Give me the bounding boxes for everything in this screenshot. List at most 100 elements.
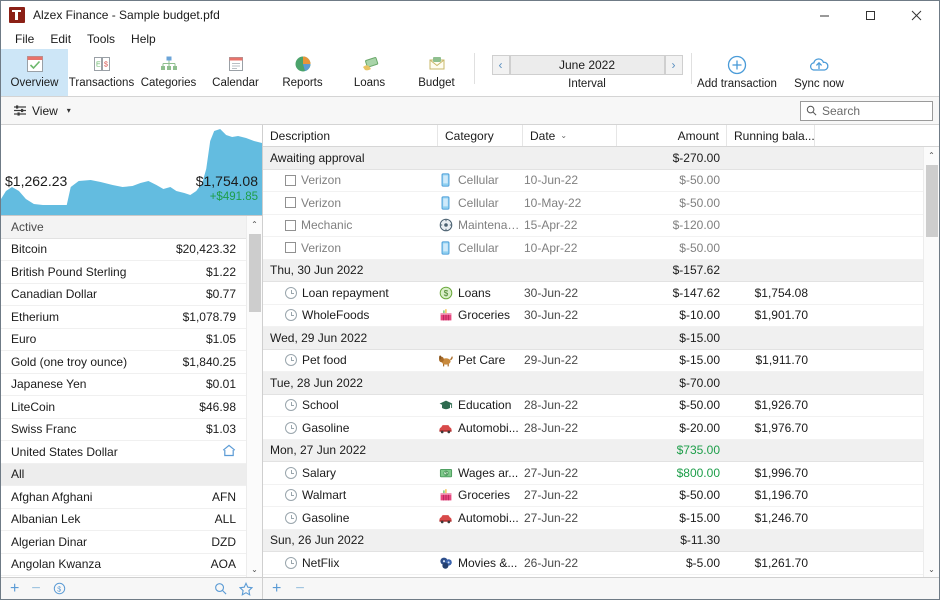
add-currency-button[interactable]: + — [10, 580, 19, 597]
currency-row[interactable]: Etherium $1,078.79 — [1, 306, 246, 329]
group-label: Thu, 30 Jun 2022 — [270, 263, 364, 278]
table-row[interactable]: School Education 28-Jun-22 $-50.00 $1,926.70 — [263, 394, 923, 417]
view-button[interactable]: View ▾ — [7, 102, 77, 120]
favorite-star-icon[interactable] — [239, 581, 253, 596]
maximize-button[interactable] — [847, 1, 893, 29]
currency-code: AFN — [212, 489, 236, 504]
table-row[interactable]: Gasoline Automobi... 28-Jun-22 $-20.00 $1,97… — [263, 417, 923, 440]
interval-next-button[interactable]: › — [664, 55, 683, 75]
currency-value: $1,840.25 — [182, 354, 236, 369]
add-transaction-button[interactable]: Add transaction — [696, 49, 778, 96]
cellular-phone-icon — [438, 195, 453, 210]
currency-scroll-thumb[interactable] — [248, 234, 261, 312]
scroll-down-icon[interactable]: ⌄ — [247, 561, 263, 577]
close-button[interactable] — [893, 1, 939, 29]
row-checkbox[interactable] — [285, 219, 296, 231]
table-row[interactable]: Pet food Pet Care 29-Jun-22 $-15.00 $1,911.7… — [263, 349, 923, 372]
table-scroll-down-icon[interactable]: ⌄ — [924, 561, 940, 577]
currency-search-icon[interactable] — [214, 582, 227, 595]
interval-value[interactable]: June 2022 — [509, 55, 665, 75]
cell-date: 27-Jun-22 — [524, 465, 579, 480]
currency-row[interactable]: United States Dollar — [1, 441, 246, 464]
sync-now-button[interactable]: Sync now — [778, 49, 860, 96]
row-checkbox[interactable] — [285, 174, 296, 186]
ribbon-tab-reports[interactable]: Reports — [269, 49, 336, 96]
table-row[interactable]: Salary $ Wages ar... 27-Jun-22 $800.00 $1,996… — [263, 462, 923, 485]
menu-file[interactable]: File — [7, 31, 42, 47]
currency-row[interactable]: Swiss Franc $1.03 — [1, 419, 246, 441]
table-row[interactable]: Verizon Cellular 10-Apr-22 $-50.00 — [263, 237, 923, 260]
ribbon-tab-budget[interactable]: Budget — [403, 49, 470, 96]
movies-film-icon — [438, 555, 453, 570]
ribbon-tab-loans[interactable]: Loans — [336, 49, 403, 96]
currency-value: $0.77 — [205, 287, 236, 302]
currency-row[interactable]: Gold (one troy ounce) $1,840.25 — [1, 351, 246, 374]
column-header-running-balance[interactable]: Running bala... — [727, 125, 815, 146]
table-row[interactable]: Mechanic Maintenau... 15-Apr-22 $-120.00 — [263, 214, 923, 237]
menu-edit[interactable]: Edit — [42, 31, 79, 47]
description-text: Verizon — [301, 173, 342, 188]
currency-name: LiteCoin — [11, 399, 56, 414]
category-text: Automobi... — [458, 510, 519, 525]
minimize-button[interactable] — [801, 1, 847, 29]
table-row[interactable]: NetFlix Movies &... 26-Jun-22 $-5.00 $1,261.… — [263, 552, 923, 575]
cell-description: School — [263, 398, 438, 412]
column-header-date[interactable]: Date ⌄ — [523, 125, 617, 146]
currency-row[interactable]: Afghan Afghani AFN — [1, 486, 246, 509]
add-transaction-small-button[interactable]: + — [272, 580, 281, 597]
ribbon-tab-calendar[interactable]: Calendar — [202, 49, 269, 96]
currency-row[interactable]: Bitcoin $20,423.32 — [1, 239, 246, 261]
column-header-description[interactable]: Description — [263, 125, 438, 146]
table-row[interactable]: Verizon Cellular 10-Jun-22 $-50.00 — [263, 169, 923, 192]
table-group-header[interactable]: Wed, 29 Jun 2022 $-15.00 — [263, 327, 923, 350]
interval-prev-button[interactable]: ‹ — [491, 55, 510, 75]
currency-row[interactable]: Angolan Kwanza AOA — [1, 554, 246, 576]
cell-amount: $-120.00 — [672, 218, 720, 233]
row-checkbox[interactable] — [285, 242, 296, 254]
cell-description: Loan repayment — [263, 286, 438, 300]
left-pane: $1,262.23 $1,754.08 +$491.85 Active Bitco… — [1, 125, 263, 599]
table-group-header[interactable]: Mon, 27 Jun 2022 $735.00 — [263, 439, 923, 462]
currency-row[interactable]: Canadian Dollar $0.77 — [1, 284, 246, 306]
table-row[interactable]: Loan repayment $ Loans 30-Jun-22 $-147.62 $1,… — [263, 282, 923, 305]
currency-name: British Pound Sterling — [11, 264, 127, 279]
table-group-header[interactable]: Sun, 26 Jun 2022 $-11.30 — [263, 529, 923, 552]
currency-row[interactable]: LiteCoin $46.98 — [1, 396, 246, 419]
cell-description: Verizon — [263, 173, 438, 187]
table-group-header[interactable]: Tue, 28 Jun 2022 $-70.00 — [263, 372, 923, 395]
currency-row[interactable]: Algerian Dinar DZD — [1, 531, 246, 554]
currency-rate-icon[interactable]: $ — [53, 582, 66, 595]
menu-tools[interactable]: Tools — [79, 31, 123, 47]
column-header-amount[interactable]: Amount — [617, 125, 727, 146]
search-input[interactable]: Search — [800, 100, 933, 121]
table-row[interactable]: WholeFoods Groceries 30-Jun-22 $-10.00 $1,90… — [263, 304, 923, 327]
remove-currency-button[interactable]: − — [31, 580, 40, 597]
currency-row[interactable]: Albanian Lek ALL — [1, 509, 246, 531]
currency-row[interactable]: Japanese Yen $0.01 — [1, 374, 246, 396]
currency-row[interactable]: British Pound Sterling $1.22 — [1, 261, 246, 284]
cell-date: 27-Jun-22 — [524, 488, 579, 503]
column-header-category[interactable]: Category — [438, 125, 523, 146]
currency-row[interactable]: All — [1, 463, 246, 486]
scroll-up-icon[interactable]: ⌃ — [247, 216, 263, 232]
table-scrollbar[interactable]: ⌃ ⌄ — [923, 147, 939, 577]
table-row[interactable]: Walmart Groceries 27-Jun-22 $-50.00 $1,196.7… — [263, 484, 923, 507]
row-checkbox[interactable] — [285, 197, 296, 209]
table-rows-container: Awaiting approval $-270.00 Verizon Cellular… — [263, 147, 923, 577]
ribbon-tab-categories[interactable]: Categories — [135, 49, 202, 96]
table-row[interactable]: Gasoline Automobi... 27-Jun-22 $-15.00 $1,24… — [263, 507, 923, 530]
table-group-header[interactable]: Thu, 30 Jun 2022 $-157.62 — [263, 259, 923, 282]
ribbon-tab-overview[interactable]: Overview — [1, 49, 68, 96]
remove-transaction-small-button[interactable]: − — [295, 580, 304, 597]
menu-help[interactable]: Help — [123, 31, 164, 47]
view-label: View — [32, 103, 58, 118]
currency-list-scrollbar[interactable]: ⌃ ⌄ — [246, 216, 262, 577]
table-row[interactable]: Verizon Cellular 10-May-22 $-50.00 — [263, 192, 923, 215]
table-scroll-up-icon[interactable]: ⌃ — [924, 147, 940, 163]
currency-row[interactable]: Euro $1.05 — [1, 329, 246, 351]
table-group-header[interactable]: Awaiting approval $-270.00 — [263, 147, 923, 170]
currency-scroll-track[interactable] — [247, 232, 263, 561]
table-scroll-track[interactable] — [924, 163, 940, 561]
ribbon-tab-transactions[interactable]: E $ Transactions — [68, 49, 135, 96]
table-scroll-thumb[interactable] — [925, 165, 938, 237]
